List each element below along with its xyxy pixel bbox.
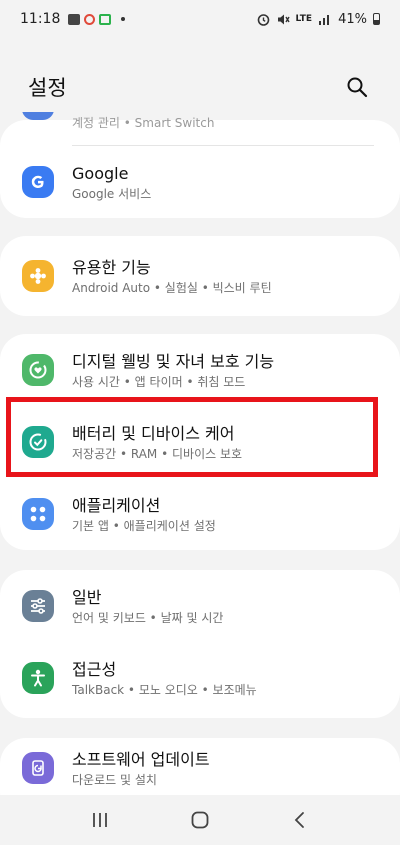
- setting-advanced-title: 유용한 기능: [72, 257, 151, 277]
- battery-percent: 41%: [338, 11, 367, 27]
- puzzle-icon: [22, 260, 54, 292]
- setting-wellbeing-title: 디지털 웰빙 및 자녀 보호 기능: [72, 351, 275, 371]
- mute-icon: [277, 14, 290, 24]
- divider: [72, 145, 374, 146]
- home-button[interactable]: [180, 800, 220, 840]
- setting-google-title: Google: [72, 163, 129, 183]
- back-button[interactable]: [280, 800, 320, 840]
- setting-digital-wellbeing[interactable]: 디지털 웰빙 및 자녀 보호 기능 사용 시간 • 앱 타이머 • 취침 모드: [0, 335, 400, 405]
- battery-icon: [373, 13, 380, 25]
- highlight-box: [6, 397, 378, 477]
- message-icon: [99, 13, 112, 25]
- wellbeing-icon: [22, 354, 54, 386]
- card-general: 일반 언어 및 키보드 • 날짜 및 시간 접근성 TalkBack • 모노 …: [0, 570, 400, 718]
- setting-accessibility-title: 접근성: [72, 659, 117, 679]
- setting-wellbeing-subtitle: 사용 시간 • 앱 타이머 • 취침 모드: [72, 374, 246, 389]
- setting-accounts-subtitle: 계정 관리 • Smart Switch: [72, 116, 215, 130]
- google-icon: [22, 166, 54, 198]
- setting-update-subtitle: 다운로드 및 설치: [72, 772, 157, 787]
- setting-apps-title: 애플리케이션: [72, 495, 161, 515]
- status-right: LTE 41%: [257, 12, 380, 27]
- status-bar: 11:18 LTE 41%: [0, 0, 400, 38]
- back-icon: [294, 812, 304, 828]
- search-button[interactable]: [342, 72, 372, 102]
- setting-advanced-subtitle: Android Auto • 실험실 • 빅스비 루틴: [72, 280, 272, 295]
- signal-icon: [319, 15, 330, 25]
- home-icon: [191, 811, 209, 829]
- setting-advanced-features[interactable]: 유용한 기능 Android Auto • 실험실 • 빅스비 루틴: [0, 241, 400, 311]
- card-advanced: 유용한 기능 Android Auto • 실험실 • 빅스비 루틴: [0, 236, 400, 316]
- recents-button[interactable]: [80, 800, 120, 840]
- alarm-icon: [257, 13, 269, 26]
- notification-icons: [68, 13, 126, 25]
- accessibility-icon: [22, 662, 54, 694]
- setting-accessibility[interactable]: 접근성 TalkBack • 모노 오디오 • 보조메뉴: [0, 643, 400, 713]
- setting-apps-subtitle: 기본 앱 • 애플리케이션 설정: [72, 518, 216, 533]
- sliders-icon: [22, 590, 54, 622]
- setting-general[interactable]: 일반 언어 및 키보드 • 날짜 및 시간: [0, 571, 400, 641]
- setting-accessibility-subtitle: TalkBack • 모노 오디오 • 보조메뉴: [72, 682, 257, 697]
- setting-general-title: 일반: [72, 587, 102, 607]
- card-accounts-google: 계정 관리 • Smart Switch Google Google 서비스: [0, 112, 400, 218]
- setting-applications[interactable]: 애플리케이션 기본 앱 • 애플리케이션 설정: [0, 479, 400, 549]
- search-icon: [347, 77, 368, 98]
- recents-icon: [93, 813, 107, 827]
- gallery-icon: [68, 13, 81, 25]
- navigation-bar: [0, 795, 400, 845]
- setting-accounts-partial[interactable]: 계정 관리 • Smart Switch: [0, 112, 400, 136]
- more-notifications-icon: [121, 17, 126, 21]
- setting-software-update[interactable]: 소프트웨어 업데이트 다운로드 및 설치: [0, 738, 400, 803]
- setting-google-subtitle: Google 서비스: [72, 186, 152, 201]
- apps-grid-icon: [22, 498, 54, 530]
- update-icon: [22, 752, 54, 784]
- page-title: 설정: [28, 76, 67, 100]
- setting-update-title: 소프트웨어 업데이트: [72, 749, 210, 769]
- setting-google[interactable]: Google Google 서비스: [0, 147, 400, 217]
- setting-general-subtitle: 언어 및 키보드 • 날짜 및 시간: [72, 610, 224, 625]
- network-type: LTE: [295, 14, 313, 24]
- location-icon: [84, 13, 96, 25]
- settings-header: 설정: [0, 62, 400, 112]
- status-time: 11:18: [20, 11, 61, 27]
